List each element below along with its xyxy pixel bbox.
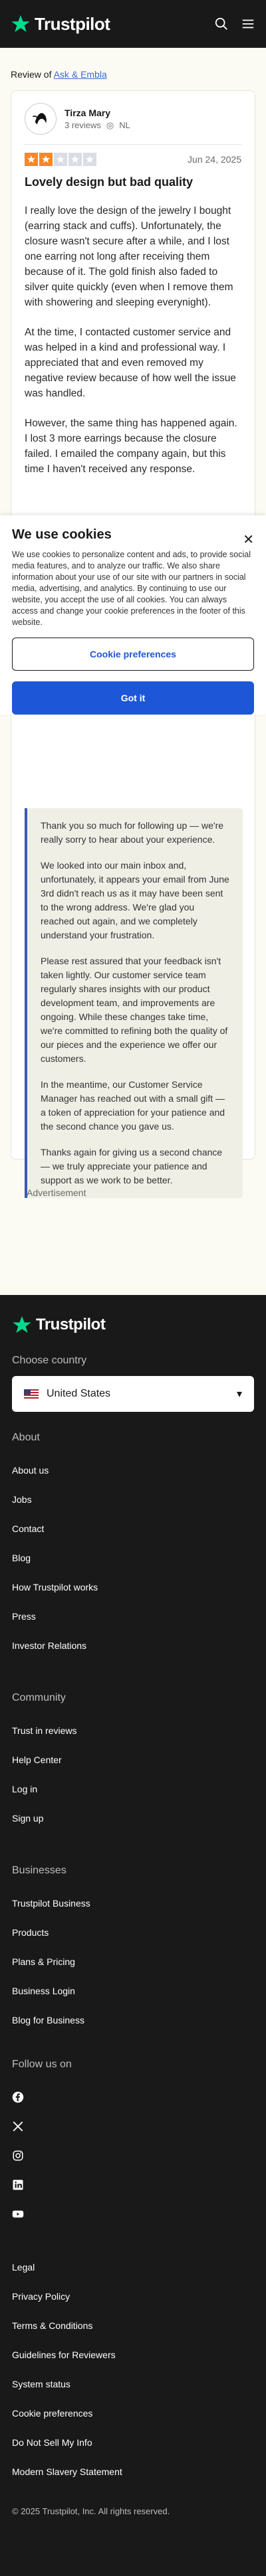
advertisement-label: Advertisement [27,1187,86,1198]
community-heading: Community [12,1692,66,1703]
legal-link[interactable]: Guidelines for Reviewers [12,2340,254,2369]
cookie-text: We use cookies to personalize content an… [12,550,251,627]
facebook-icon [12,2091,24,2103]
legal-link[interactable]: Modern Slavery Statement [12,2457,254,2486]
country-value: United States [47,1388,111,1399]
reviews-count: 3 reviews [65,120,101,130]
review-body: I really love the design of the jewelry … [25,203,241,477]
reply-paragraph: Thanks again for giving us a second chan… [41,1147,223,1185]
copyright-text: © 2025 Trustpilot, Inc. All rights reser… [12,2506,170,2516]
legal-link[interactable]: Privacy Policy [12,2282,254,2311]
company-reply: Thank you so much for following up — we'… [25,808,243,1198]
follow-heading: Follow us on [12,2059,72,2070]
site-header: Trustpilot [0,0,266,48]
business-links: Trustpilot Business Products Plans & Prici… [12,1889,254,2035]
about-link[interactable]: Contact [12,1514,254,1543]
community-link[interactable]: Help Center [12,1745,254,1774]
cookie-banner: We use cookies ✕ We use cookies to perso… [0,515,266,715]
trustpilot-logo[interactable]: Trustpilot [11,14,110,35]
company-link[interactable]: Ask & Embla [54,69,107,80]
youtube-icon [12,2210,24,2218]
legal-link[interactable]: Cookie preferences [12,2399,254,2428]
cookie-title: We use cookies [12,527,112,542]
community-link[interactable]: Sign up [12,1804,254,1833]
x-icon [13,2121,23,2132]
divider [25,144,241,145]
reviewer-name[interactable]: Tirza Mary [65,108,130,118]
legal-link[interactable]: System status [12,2369,254,2399]
avatar[interactable] [25,103,57,135]
star-logo-icon [11,15,30,33]
review-of-prefix: Review of [11,69,52,80]
review-date: Jun 24, 2025 [188,154,241,165]
business-link[interactable]: Trustpilot Business [12,1889,254,1918]
reply-paragraph: In the meantime, our Customer Service Ma… [41,1079,225,1132]
instagram-link[interactable] [12,2141,254,2170]
star-icon [68,153,82,166]
star-icon [39,153,53,166]
about-links: About us Jobs Contact Blog How Trustpilot wo… [12,1456,254,1660]
site-footer: Trustpilot Choose country United States … [0,1295,266,2576]
close-icon[interactable]: ✕ [243,531,254,548]
search-icon[interactable] [214,17,229,31]
avatar-image-icon [32,113,47,125]
choose-country-heading: Choose country [12,1355,87,1366]
social-links [12,2083,254,2229]
about-link[interactable]: Jobs [12,1485,254,1514]
linkedin-link[interactable] [12,2170,254,2199]
facebook-link[interactable] [12,2083,254,2112]
country-select[interactable]: United States ▾ [12,1376,254,1412]
cookie-preferences-button[interactable]: Cookie preferences [12,638,254,671]
review-paragraph: However, the same thing has happened aga… [25,418,237,475]
reply-paragraph: Thank you so much for following up — we'… [41,820,224,845]
reviewer-country: NL [119,120,130,130]
linkedin-icon [13,2180,23,2190]
footer-logo[interactable]: Trustpilot [12,1315,254,1335]
about-link[interactable]: Investor Relations [12,1631,254,1660]
footer-logo-text: Trustpilot [36,1316,106,1333]
community-link[interactable]: Trust in reviews [12,1716,254,1745]
about-heading: About [12,1432,40,1443]
x-link[interactable] [12,2112,254,2141]
about-link[interactable]: Press [12,1602,254,1631]
star-icon [83,153,96,166]
review-paragraph: I really love the design of the jewelry … [25,205,233,308]
reply-paragraph: We looked into our main inbox and, unfor… [41,860,229,940]
business-link[interactable]: Business Login [12,1976,254,2006]
business-link[interactable]: Blog for Business [12,2006,254,2035]
about-link[interactable]: About us [12,1456,254,1485]
star-icon [54,153,67,166]
legal-link[interactable]: Do Not Sell My Info [12,2428,254,2457]
us-flag-icon [24,1389,39,1399]
star-icon [25,153,38,166]
about-link[interactable]: Blog [12,1543,254,1573]
accept-cookies-button[interactable]: Got it [12,681,254,715]
business-link[interactable]: Products [12,1918,254,1947]
star-logo-icon [13,1316,31,1333]
hamburger-icon[interactable] [241,17,255,31]
about-link[interactable]: How Trustpilot works [12,1573,254,1602]
legal-link[interactable]: Terms & Conditions [12,2311,254,2340]
review-of-line: Review of Ask & Embla [0,48,266,93]
instagram-icon [13,2150,23,2161]
reply-paragraph: Please rest assured that your feedback i… [41,956,228,1064]
legal-links: Legal Privacy Policy Terms & Conditions Gui… [12,2253,254,2486]
star-rating [25,153,96,166]
logo-text: Trustpilot [35,13,110,34]
legal-link[interactable]: Legal [12,2253,254,2282]
chevron-down-icon: ▾ [236,1389,242,1400]
community-link[interactable]: Log in [12,1774,254,1804]
youtube-link[interactable] [12,2199,254,2229]
location-icon: ◎ [106,120,114,130]
business-link[interactable]: Plans & Pricing [12,1947,254,1976]
community-links: Trust in reviews Help Center Log in Sign up [12,1716,254,1833]
review-paragraph: At the time, I contacted customer servic… [25,327,236,399]
review-title[interactable]: Lovely design but bad quality [25,174,241,190]
businesses-heading: Businesses [12,1865,66,1876]
